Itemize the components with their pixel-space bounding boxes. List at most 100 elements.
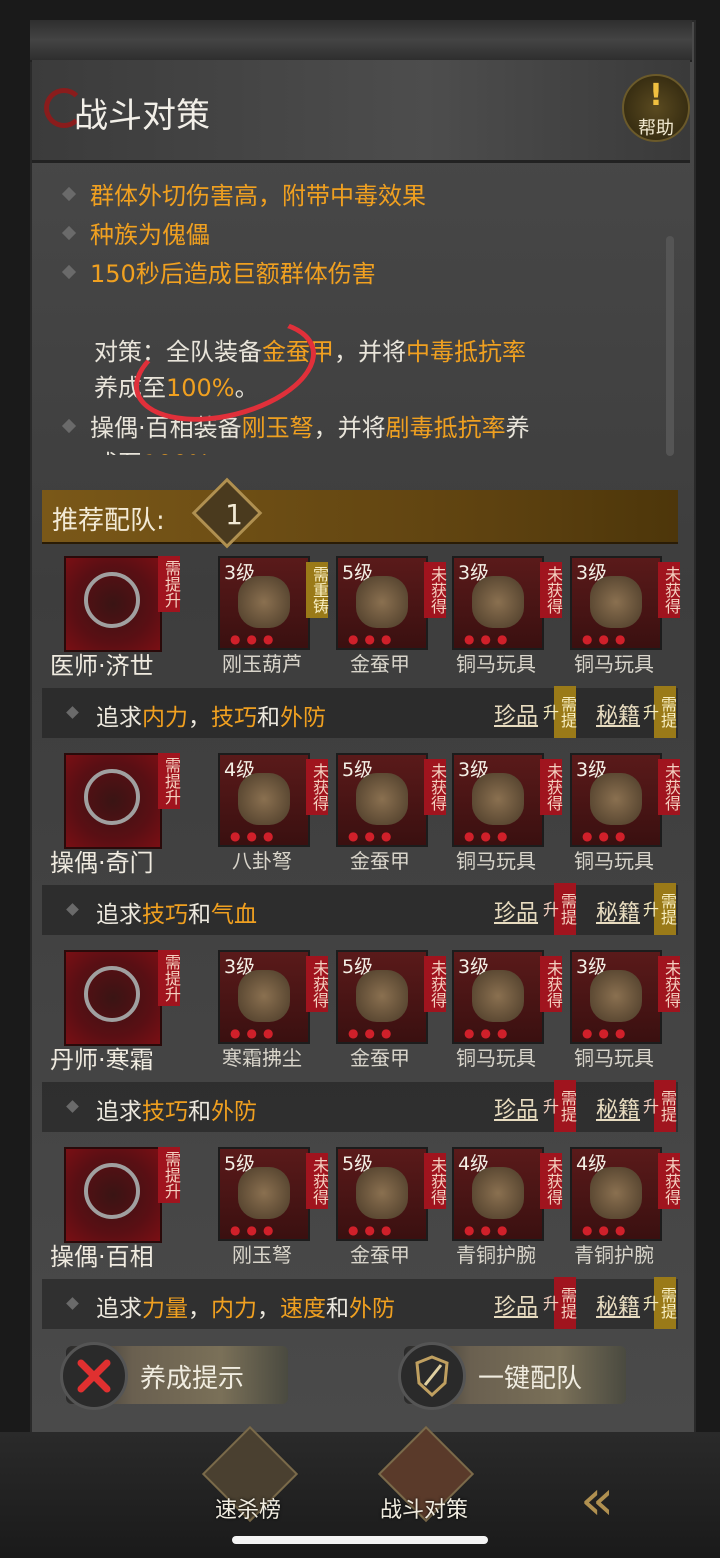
equipment-status-tag: 需重铸 [306,562,329,618]
auto-team-button[interactable]: 一键配队 [398,1342,626,1410]
text-segment: ，并将 [313,414,386,442]
nav-speed-rank[interactable]: 速杀榜 [188,1425,308,1552]
equipment-slot[interactable]: 3级 ●●● [452,556,544,650]
equipment-status-tag: 未获得 [658,759,681,815]
text-segment: 追求 [96,902,142,928]
equipment-slot[interactable]: 4级 ●●● [452,1147,544,1241]
hero-portrait[interactable] [64,556,162,652]
text-segment: 技巧 [211,705,257,731]
equipment-status-tag: 未获得 [306,759,329,815]
strategy-bullet: 种族为傀儡 [61,215,210,250]
text-segment: 追求 [96,1296,142,1322]
pursue-attributes-row: 追求技巧和外防 珍品 需提升 秘籍 需提升 [42,1080,678,1132]
quality-dots: ●●● [464,632,514,646]
text-segment: 和 [188,1099,211,1125]
nav-battle-strategy[interactable]: 战斗对策 [364,1425,484,1552]
equipment-slot[interactable]: 4级 ●●● [570,1147,662,1241]
strategy-scrollbar[interactable] [666,236,674,456]
equipment-slot[interactable]: 3级 ●●● [452,753,544,847]
hero-name: 医师·济世 [50,652,154,680]
hero-portrait[interactable] [64,950,162,1046]
equipment-item-icon [356,773,408,825]
equipment-name: 铜马玩具 [456,849,536,873]
equipment-slot[interactable]: 3级 ●●● [570,950,662,1044]
text-segment: ，并将 [334,338,406,366]
manual-link[interactable]: 秘籍 [596,1289,640,1321]
equipment-item-icon [590,576,642,628]
text-segment: 100% [142,450,211,455]
equipment-slot[interactable]: 5级 ●●● [336,556,428,650]
hero-portrait[interactable] [64,1147,162,1243]
text-segment: 刚玉弩 [241,414,314,442]
text-segment: 内力 [211,1296,257,1322]
equipment-name: 金蚕甲 [350,1046,410,1070]
text-segment: 技巧 [142,1099,188,1125]
equipment-slot[interactable]: 3级 ●●● [570,753,662,847]
pursue-text: 追求技巧和外防 [96,1092,257,1126]
quality-dots: ●●● [230,1223,280,1237]
page-title: 战斗对策 [74,96,210,136]
needs-upgrade-tag: 需提升 [158,1147,181,1203]
shield-sword-icon [398,1342,466,1410]
hero-emblem-icon [84,1163,140,1219]
equipment-slot[interactable]: 5级 ●●● [336,753,428,847]
equipment-status-tag: 未获得 [306,1153,329,1209]
equipment-item-icon [238,576,290,628]
equipment-item-icon [590,970,642,1022]
equipment-slot[interactable]: 3级 ●●● [218,950,310,1044]
manual-link[interactable]: 秘籍 [596,698,640,730]
hero-row: 需提升 丹师·寒霜 3级 ●●● 未获得 寒霜拂尘 5级 ●●● 未获得 金蚕甲 3级 ●●● 未获得铜… [42,942,681,1078]
treasure-link[interactable]: 珍品 [494,1092,538,1124]
equipment-slot[interactable]: 5级 ●●● [336,950,428,1044]
equipment-status-tag: 未获得 [540,759,563,815]
text-segment: 和 [257,705,280,731]
title-bar: 战斗对策 ! 帮助 [32,60,690,163]
quality-dots: ●●● [348,1026,398,1040]
bullet-text: 群体外切伤害高，附带中毒效果 [90,176,426,211]
treasure-link[interactable]: 珍品 [494,1289,538,1321]
manual-link[interactable]: 秘籍 [596,1092,640,1124]
treasure-link[interactable]: 珍品 [494,698,538,730]
needs-upgrade-tag: 需提升 [540,1277,577,1329]
equipment-slot[interactable]: 5级 ●●● [336,1147,428,1241]
text-segment: ， [188,705,211,731]
strategy-bullet: 150秒后造成巨额群体伤害 [61,254,376,289]
equipment-slot[interactable]: 3级 ●●● [452,950,544,1044]
equipment-slot[interactable]: 5级 ●●● [218,1147,310,1241]
text-segment: 外防 [349,1296,395,1322]
needs-upgrade-tag: 需提升 [540,883,577,935]
text-segment: 速度 [280,1296,326,1322]
train-tips-button[interactable]: 养成提示 [60,1342,288,1410]
pursue-text: 追求技巧和气血 [96,895,257,929]
text-segment: 技巧 [142,902,188,928]
quality-dots: ●●● [582,1223,632,1237]
needs-upgrade-tag: 需提升 [158,556,181,612]
equipment-slot[interactable]: 4级 ●●● [218,753,310,847]
quality-dots: ●●● [230,1026,280,1040]
bullet-diamond-icon [61,264,77,279]
needs-upgrade-tag: 需提升 [540,686,577,738]
equipment-item-icon [238,1167,290,1219]
recommended-team-header: 推荐配队: 1 [42,477,678,549]
equipment-name: 刚玉葫芦 [222,652,302,676]
equipment-status-tag: 未获得 [424,759,447,815]
hero-emblem-icon [84,572,140,628]
equipment-item-icon [472,970,524,1022]
double-chevron-left-icon[interactable]: « [580,1468,690,1533]
equipment-item-icon [238,773,290,825]
equipment-slot[interactable]: 3级 ●●● [218,556,310,650]
hero-emblem-icon [84,769,140,825]
manual-link[interactable]: 秘籍 [596,895,640,927]
treasure-link[interactable]: 珍品 [494,895,538,927]
text-segment: 成至 [94,450,142,455]
hero-portrait[interactable] [64,753,162,849]
text-segment: 内力 [142,705,188,731]
nav-speed-rank-label: 速杀榜 [214,1498,281,1523]
text-segment: ， [188,1296,211,1322]
equipment-slot[interactable]: 3级 ●●● [570,556,662,650]
bullet-text-continued: 成至100% [94,444,211,455]
equipment-status-tag: 未获得 [424,1153,447,1209]
equipment-name: 铜马玩具 [456,652,536,676]
help-button[interactable]: ! 帮助 [622,74,690,142]
equipment-status-tag: 未获得 [424,956,447,1012]
